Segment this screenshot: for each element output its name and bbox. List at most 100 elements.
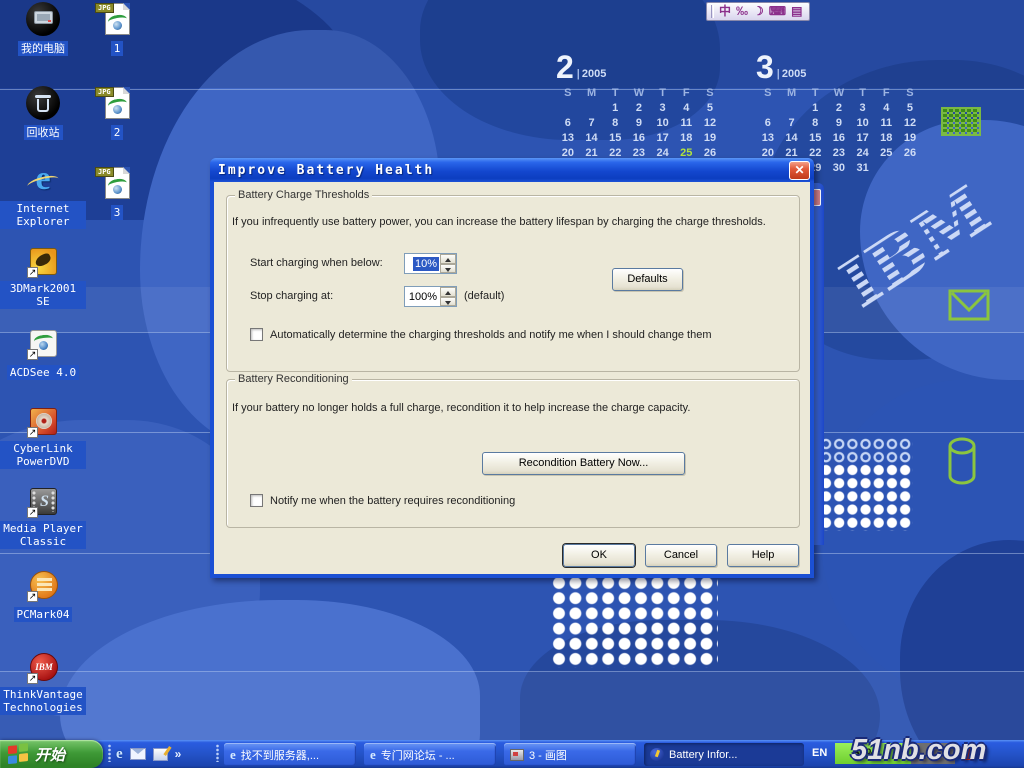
- ime-punctuation-icon[interactable]: ☽: [753, 3, 764, 20]
- show-desktop-icon[interactable]: [153, 748, 168, 761]
- thinkvantage-icon: IBM↗: [26, 650, 60, 684]
- spin-up-button[interactable]: [440, 287, 456, 297]
- quick-launch-overflow-chevron[interactable]: »: [175, 747, 182, 761]
- language-bar[interactable]: 中 ‰ ☽ ⌨ ▤: [706, 2, 810, 21]
- start-button[interactable]: 开始: [0, 740, 103, 768]
- spin-up-button[interactable]: [440, 254, 456, 264]
- desktop-icon-acdsee[interactable]: ↗ ACDSee 4.0: [0, 326, 86, 381]
- quick-launch-ie-icon[interactable]: e: [116, 746, 123, 763]
- start-threshold-value[interactable]: 10%: [413, 257, 439, 271]
- icon-label: ThinkVantage Technologies: [0, 687, 86, 715]
- improve-battery-health-dialog: Improve Battery Health ✕ Battery Charge …: [210, 158, 814, 578]
- langbar-grip[interactable]: [711, 5, 714, 18]
- help-button[interactable]: Help: [727, 544, 799, 567]
- icon-label: 回收站: [24, 125, 63, 140]
- task-button-forum[interactable]: e 专门网论坛 - ...: [364, 743, 496, 766]
- powerdvd-icon: ↗: [26, 404, 60, 438]
- desktop-icon-recycle-bin[interactable]: 回收站: [0, 86, 86, 141]
- notify-reconditioning-checkbox[interactable]: [250, 494, 263, 507]
- calendar-year: 2005: [777, 68, 807, 82]
- start-label: 开始: [35, 744, 65, 765]
- battery-info-icon: [650, 748, 664, 761]
- ime-fullwidth-icon[interactable]: ‰: [736, 3, 748, 20]
- desktop: 2 2005 SMTWTFS12345678910111213141516171…: [0, 0, 1024, 768]
- shortcut-arrow-icon: ↗: [27, 349, 38, 360]
- group-title: Battery Reconditioning: [235, 373, 352, 385]
- stop-threshold-value[interactable]: 100%: [407, 290, 439, 304]
- shortcut-arrow-icon: ↗: [27, 673, 38, 684]
- desktop-icon-jpg-3[interactable]: JPG 3: [86, 166, 148, 221]
- icon-label: PCMark04: [14, 607, 73, 622]
- language-indicator[interactable]: EN: [812, 747, 827, 759]
- jpg-badge: JPG: [95, 87, 114, 97]
- recycle-bin-icon: [26, 86, 60, 120]
- shortcut-arrow-icon: ↗: [27, 267, 38, 278]
- dot-pattern-bottom: [552, 576, 718, 668]
- jpg-badge: JPG: [95, 167, 114, 177]
- ok-button[interactable]: OK: [563, 544, 635, 567]
- pcmark-icon: ↗: [26, 568, 60, 602]
- ime-menu-icon[interactable]: ▤: [791, 3, 802, 20]
- spin-down-button[interactable]: [440, 264, 456, 274]
- icon-label: CyberLink PowerDVD: [0, 441, 86, 469]
- envelope-icon: [948, 288, 990, 322]
- dot-pattern-rings: [820, 438, 913, 465]
- stop-threshold-field[interactable]: 100%: [404, 286, 457, 307]
- task-label: 3 - 画图: [529, 747, 567, 763]
- reconditioning-description: If your battery no longer holds a full c…: [232, 402, 690, 414]
- icon-label: Media Player Classic: [0, 521, 86, 549]
- close-button[interactable]: ✕: [789, 161, 810, 180]
- quick-launch: e »: [110, 742, 214, 766]
- spreadsheet-icon: [941, 107, 981, 136]
- soft-keyboard-icon[interactable]: ⌨: [769, 3, 786, 20]
- ie-page-icon: e: [370, 747, 376, 763]
- dialog-title: Improve Battery Health: [218, 163, 434, 178]
- notify-reconditioning-label: Notify me when the battery requires reco…: [270, 495, 515, 507]
- desktop-icon-internet-explorer[interactable]: e Internet Explorer: [0, 164, 86, 230]
- start-threshold-field[interactable]: 10%: [404, 253, 457, 274]
- dot-pattern-solid: [820, 464, 913, 531]
- desktop-icon-powerdvd[interactable]: ↗ CyberLink PowerDVD: [0, 404, 86, 470]
- ie-page-icon: e: [230, 747, 236, 763]
- calendar-month: 3: [756, 52, 774, 82]
- spin-down-button[interactable]: [440, 297, 456, 307]
- auto-determine-label: Automatically determine the charging thr…: [270, 329, 711, 341]
- icon-label: 2: [111, 125, 124, 140]
- acdsee-icon: ↗: [26, 326, 60, 360]
- auto-determine-checkbox[interactable]: [250, 328, 263, 341]
- desktop-icon-pcmark04[interactable]: ↗ PCMark04: [0, 568, 86, 623]
- desktop-icon-thinkvantage[interactable]: IBM↗ ThinkVantage Technologies: [0, 650, 86, 716]
- jpg-file-icon: JPG: [100, 2, 134, 36]
- desktop-icon-3dmark2001[interactable]: ↗ 3DMark2001 SE: [0, 244, 86, 310]
- start-charging-label: Start charging when below:: [250, 257, 383, 269]
- task-button-server-not-found[interactable]: e 找不到服务器,...: [224, 743, 356, 766]
- shortcut-arrow-icon: ↗: [27, 427, 38, 438]
- icon-label: ACDSee 4.0: [7, 365, 79, 380]
- jpg-file-icon: JPG: [100, 166, 134, 200]
- quick-launch-mail-icon[interactable]: [130, 748, 146, 760]
- my-computer-icon: [26, 2, 60, 36]
- desktop-icon-jpg-1[interactable]: JPG 1: [86, 2, 148, 57]
- ime-chinese-icon[interactable]: 中: [719, 3, 731, 20]
- task-button-paint[interactable]: 3 - 画图: [504, 743, 636, 766]
- stop-charging-label: Stop charging at:: [250, 290, 333, 302]
- wallpaper-line: [0, 671, 1024, 672]
- cancel-button[interactable]: Cancel: [645, 544, 717, 567]
- shortcut-arrow-icon: ↗: [27, 507, 38, 518]
- icon-label: 我的电脑: [18, 41, 68, 56]
- icon-label: 3DMark2001 SE: [0, 281, 86, 309]
- windows-flag-icon: [8, 743, 30, 765]
- dialog-titlebar[interactable]: Improve Battery Health ✕: [210, 158, 814, 182]
- group-title: Battery Charge Thresholds: [235, 189, 372, 201]
- defaults-button[interactable]: Defaults: [612, 268, 683, 291]
- icon-label: 1: [111, 41, 124, 56]
- task-button-battery-information[interactable]: Battery Infor...: [644, 743, 804, 766]
- desktop-icon-my-computer[interactable]: 我的电脑: [0, 2, 86, 57]
- desktop-icon-media-player-classic[interactable]: S↗ Media Player Classic: [0, 484, 86, 550]
- taskbar-grip[interactable]: [216, 744, 219, 762]
- task-label: Battery Infor...: [669, 749, 737, 761]
- paint-icon: [510, 749, 524, 761]
- icon-label: 3: [111, 205, 124, 220]
- recondition-battery-button[interactable]: Recondition Battery Now...: [482, 452, 685, 475]
- desktop-icon-jpg-2[interactable]: JPG 2: [86, 86, 148, 141]
